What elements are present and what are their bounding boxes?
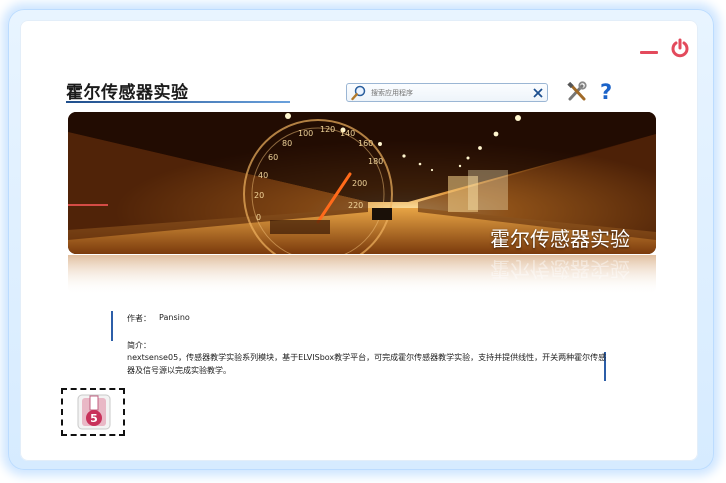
description-label: 简介： [127,341,151,350]
svg-text:220: 220 [348,201,363,210]
magnifier-icon [351,85,366,101]
svg-text:120: 120 [320,125,335,134]
app-module-icon: 5 [77,394,111,430]
svg-text:40: 40 [258,171,268,180]
svg-text:180: 180 [368,157,383,166]
title-underline [66,101,290,103]
app-module-tile[interactable]: 5 [61,388,125,436]
tools-icon[interactable] [566,81,588,103]
svg-text:60: 60 [268,153,278,162]
svg-text:80: 80 [282,139,292,148]
svg-text:200: 200 [352,179,367,188]
description-text: nextsense05，传感器教学实验系列模块，基于ELVISbox教学平台，可… [127,353,607,375]
author-name: Pansino [159,313,190,322]
svg-text:140: 140 [340,129,355,138]
power-icon[interactable] [670,38,690,58]
app-badge: 5 [90,412,98,425]
help-icon[interactable]: ? [600,80,618,104]
search-input[interactable] [371,85,521,100]
svg-text:160: 160 [358,139,373,148]
page-title: 霍尔传感器实验 [66,83,189,103]
banner-caption-reflection: 霍尔传感器实验 [490,257,630,281]
banner-caption: 霍尔传感器实验 [490,227,630,251]
svg-text:20: 20 [254,191,264,200]
svg-text:100: 100 [298,129,313,138]
close-icon[interactable] [531,86,545,100]
search-box[interactable] [346,83,548,102]
info-accent-left [111,311,113,341]
svg-text:0: 0 [256,213,261,222]
minimize-icon[interactable] [640,42,660,54]
author-label: 作者： [127,314,151,323]
